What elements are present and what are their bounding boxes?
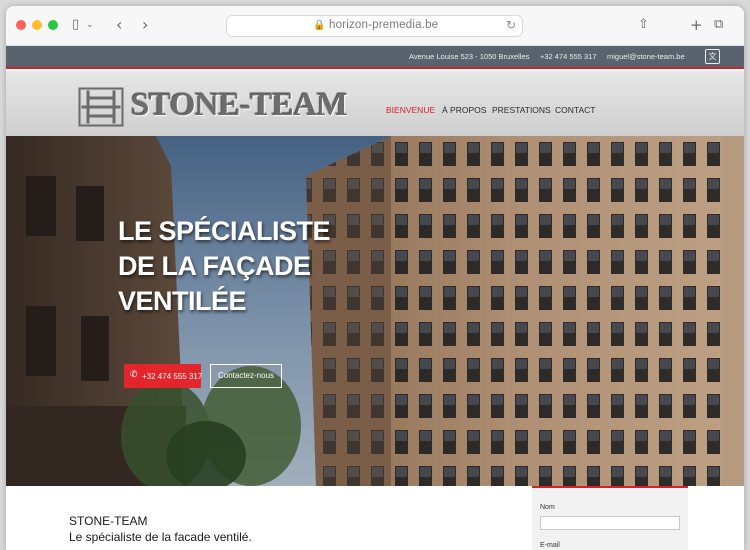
contact-info-bar: Avenue Louise 523 - 1050 Bruxelles +32 4… [6,46,744,69]
nav-bienvenue[interactable]: BIENVENUE [386,105,435,115]
logo-text[interactable]: STONE-TEAM [131,87,348,124]
reload-icon[interactable]: ↻ [506,18,516,32]
hero-title-line-1: LE SPÉCIALISTE [118,216,331,246]
stone-team-logo-icon[interactable] [78,86,124,128]
intro-section: STONE-TEAM Le spécialiste de la facade v… [6,486,744,550]
back-icon[interactable]: ‹ [116,16,122,34]
sidebar-icon[interactable]: ▯ [72,16,79,34]
phone-icon: ✆ [130,370,138,380]
nav-prestations[interactable]: PRESTATIONS [492,105,551,115]
translate-icon[interactable]: 文 [705,49,720,64]
chevron-down-icon[interactable]: ⌄ [86,16,94,34]
browser-window: ▯ ⌄ ‹ › 🔒 horizon-premedia.be ↻ ⇧ + ⧉ Av… [6,6,744,550]
browser-toolbar: ▯ ⌄ ‹ › 🔒 horizon-premedia.be ↻ ⇧ + ⧉ [6,6,744,46]
address-bar[interactable]: 🔒 horizon-premedia.be ↻ [226,15,523,37]
phone-link[interactable]: +32 474 555 317 [540,52,597,61]
contact-form: Nom E-mail [532,486,688,550]
contact-us-button[interactable]: Contactez-nous [210,364,282,388]
email-label: E-mail [540,542,560,549]
new-tab-icon[interactable]: + [690,16,703,34]
hero-title-line-2: DE LA FAÇADE [118,251,311,281]
close-window-button[interactable] [16,20,26,30]
name-label: Nom [540,504,555,511]
nav-a-propos[interactable]: À PROPOS [442,105,486,115]
intro-subheading: Le spécialiste de la facade ventilé. [69,530,252,544]
hero-building-image [6,136,744,486]
forward-icon[interactable]: › [142,16,148,34]
hero-banner: LE SPÉCIALISTE DE LA FAÇADE VENTILÉE ✆ +… [6,136,744,486]
lock-icon: 🔒 [313,20,326,31]
share-icon[interactable]: ⇧ [638,16,649,34]
intro-heading: STONE-TEAM [69,514,148,528]
call-button-label: +32 474 555 317 [142,372,203,381]
email-link[interactable]: miguel@stone-team.be [607,52,685,61]
hero-title: LE SPÉCIALISTE DE LA FAÇADE VENTILÉE [118,214,331,319]
address-text: Avenue Louise 523 - 1050 Bruxelles [409,52,530,61]
nav-contact[interactable]: CONTACT [555,105,595,115]
call-button[interactable]: ✆ +32 474 555 317 [124,364,203,388]
tabs-overview-icon[interactable]: ⧉ [714,16,723,34]
name-field[interactable] [540,516,680,530]
minimize-window-button[interactable] [32,20,42,30]
url-text: horizon-premedia.be [329,19,439,31]
site-header: STONE-TEAM BIENVENUE À PROPOS PRESTATION… [6,71,744,136]
hero-title-line-3: VENTILÉE [118,286,247,316]
zoom-window-button[interactable] [48,20,58,30]
